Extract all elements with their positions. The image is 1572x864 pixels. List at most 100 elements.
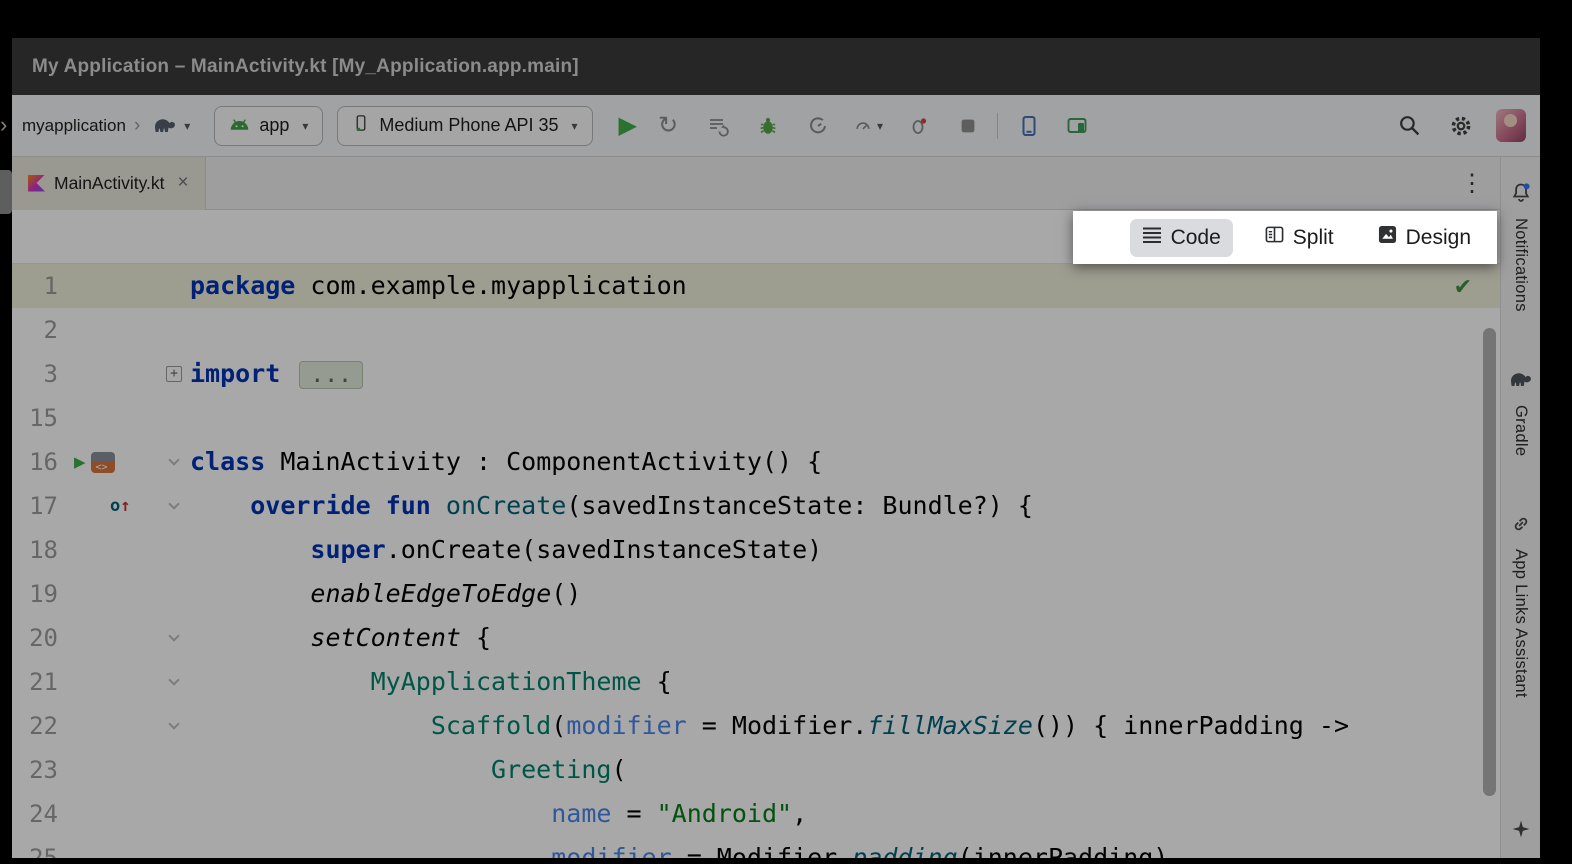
fold-column bbox=[158, 704, 190, 748]
folded-imports-chip[interactable]: ... bbox=[299, 361, 363, 389]
device-name: Medium Phone API 35 bbox=[379, 115, 558, 136]
line-number: 17 bbox=[12, 484, 62, 528]
stripe-label-app-links[interactable]: App Links Assistant bbox=[1511, 549, 1530, 698]
line-number: 22 bbox=[12, 704, 62, 748]
fold-column bbox=[158, 748, 190, 792]
toolbar-separator bbox=[997, 113, 998, 139]
fold-marker[interactable] bbox=[168, 454, 179, 465]
code-text: override fun onCreate(savedInstanceState… bbox=[190, 484, 1500, 528]
run-icon: ▶ bbox=[619, 111, 637, 140]
fold-column bbox=[158, 484, 190, 528]
title-bar[interactable]: My Application – MainActivity.kt [My_App… bbox=[12, 38, 1540, 95]
code-text: modifier = Modifier.padding(innerPadding… bbox=[190, 836, 1500, 858]
fold-marker[interactable] bbox=[168, 630, 179, 641]
screenshot-root: › My Application – MainActivity.kt [My_A… bbox=[0, 0, 1572, 864]
mode-switcher-spotlight: Code Split Design bbox=[1073, 211, 1497, 264]
inspections-check-icon: ✔ bbox=[1454, 274, 1472, 300]
split-mode-button[interactable]: Split bbox=[1253, 218, 1346, 257]
gutter-icons bbox=[62, 660, 158, 704]
stripe-label-gradle[interactable]: Gradle bbox=[1511, 405, 1530, 456]
fold-marker[interactable] bbox=[168, 498, 179, 509]
window-title: My Application – MainActivity.kt [My_App… bbox=[32, 56, 579, 78]
line-number: 21 bbox=[12, 660, 62, 704]
android-icon bbox=[229, 115, 250, 136]
settings-gear-icon[interactable] bbox=[1446, 111, 1476, 141]
line-number: 16 bbox=[12, 440, 62, 484]
tab-options-kebab-icon[interactable]: ⋮ bbox=[1460, 169, 1484, 198]
code-text: name = "Android", bbox=[190, 792, 1500, 836]
code-line: 17 override fun onCreate(savedInstanceSt… bbox=[12, 484, 1500, 528]
main-toolbar: myapplication › ▾ app ▾ Medium Phone bbox=[12, 95, 1540, 157]
gutter-icons bbox=[62, 704, 158, 748]
device-phone-icon bbox=[352, 111, 370, 140]
gauge-profiler-icon[interactable]: ▾ bbox=[853, 111, 883, 141]
app-links-icon[interactable] bbox=[1509, 512, 1533, 541]
line-number: 23 bbox=[12, 748, 62, 792]
code-text: MyApplicationTheme { bbox=[190, 660, 1500, 704]
line-number: 19 bbox=[12, 572, 62, 616]
tab-close-icon[interactable]: × bbox=[178, 172, 189, 194]
line-number: 15 bbox=[12, 396, 62, 440]
profiler-icon[interactable] bbox=[803, 111, 833, 141]
debug-bug-icon[interactable] bbox=[753, 111, 783, 141]
code-line: 16class MainActivity : ComponentActivity… bbox=[12, 440, 1500, 484]
tab-label: MainActivity.kt bbox=[54, 173, 165, 194]
sync-gradle-button[interactable]: ▾ bbox=[150, 111, 190, 141]
code-line: 15 bbox=[12, 396, 1500, 440]
device-selector[interactable]: Medium Phone API 35 ▾ bbox=[337, 106, 592, 146]
compose-preview-gutter-icon[interactable] bbox=[91, 452, 115, 473]
user-avatar[interactable] bbox=[1496, 109, 1526, 142]
code-line: 21 MyApplicationTheme { bbox=[12, 660, 1500, 704]
build-refresh-icon[interactable] bbox=[703, 111, 733, 141]
code-line: 18 super.onCreate(savedInstanceState) bbox=[12, 528, 1500, 572]
attach-debugger-icon[interactable] bbox=[903, 111, 933, 141]
fold-marker[interactable] bbox=[168, 674, 179, 685]
apply-changes-icon[interactable]: ↻ bbox=[653, 111, 683, 141]
running-devices-icon[interactable] bbox=[1062, 111, 1092, 141]
line-number: 25 bbox=[12, 836, 62, 858]
search-icon[interactable] bbox=[1394, 111, 1424, 141]
tab-mainactivity[interactable]: MainActivity.kt × bbox=[12, 157, 206, 210]
gutter-icons bbox=[62, 396, 158, 440]
fold-marker[interactable]: + bbox=[166, 366, 182, 382]
ai-sparkle-icon[interactable] bbox=[1511, 819, 1531, 844]
stop-icon[interactable] bbox=[953, 111, 983, 141]
design-mode-button[interactable]: Design bbox=[1366, 218, 1483, 257]
dropdown-caret-icon: ▾ bbox=[572, 119, 578, 133]
gradle-elephant-icon[interactable] bbox=[1509, 368, 1533, 397]
fold-column bbox=[158, 792, 190, 836]
left-stripe-notch[interactable] bbox=[0, 170, 12, 214]
fold-column bbox=[158, 572, 190, 616]
editor-scrollbar[interactable] bbox=[1483, 328, 1496, 796]
override-method-gutter-icon[interactable] bbox=[110, 484, 131, 528]
edge-chevron-icon: › bbox=[0, 112, 7, 138]
device-manager-icon[interactable] bbox=[1014, 111, 1044, 141]
code-line: 22 Scaffold(modifier = Modifier.fillMaxS… bbox=[12, 704, 1500, 748]
fold-column bbox=[158, 308, 190, 352]
stripe-label-notifications[interactable]: Notifications bbox=[1511, 218, 1530, 312]
fold-column bbox=[158, 616, 190, 660]
breadcrumb[interactable]: myapplication bbox=[22, 116, 126, 136]
dropdown-caret-icon: ▾ bbox=[302, 119, 308, 133]
run-gutter-icon[interactable] bbox=[74, 440, 85, 484]
fold-column bbox=[158, 660, 190, 704]
gutter-icons bbox=[62, 308, 158, 352]
run-button[interactable]: ▶ bbox=[619, 111, 637, 140]
code-text: import ... bbox=[190, 352, 1500, 396]
code-text: Scaffold(modifier = Modifier.fillMaxSize… bbox=[190, 704, 1500, 748]
fold-marker[interactable] bbox=[168, 718, 179, 729]
module-selector[interactable]: app ▾ bbox=[214, 106, 323, 146]
ide-window: My Application – MainActivity.kt [My_App… bbox=[12, 38, 1540, 858]
editor: 1package com.example.myapplication23+imp… bbox=[12, 210, 1500, 858]
line-number: 2 bbox=[12, 308, 62, 352]
gutter-icons bbox=[62, 748, 158, 792]
code-text: super.onCreate(savedInstanceState) bbox=[190, 528, 1500, 572]
gutter-icons bbox=[62, 792, 158, 836]
code-mode-button[interactable]: Code bbox=[1130, 219, 1233, 257]
fold-column: + bbox=[158, 352, 190, 396]
toolbar-icon-group: ↻ ▾ bbox=[653, 111, 983, 141]
design-icon bbox=[1378, 225, 1397, 250]
gutter-icons bbox=[62, 484, 158, 528]
gutter-icons bbox=[62, 264, 158, 308]
notifications-bell-icon[interactable] bbox=[1509, 181, 1533, 210]
